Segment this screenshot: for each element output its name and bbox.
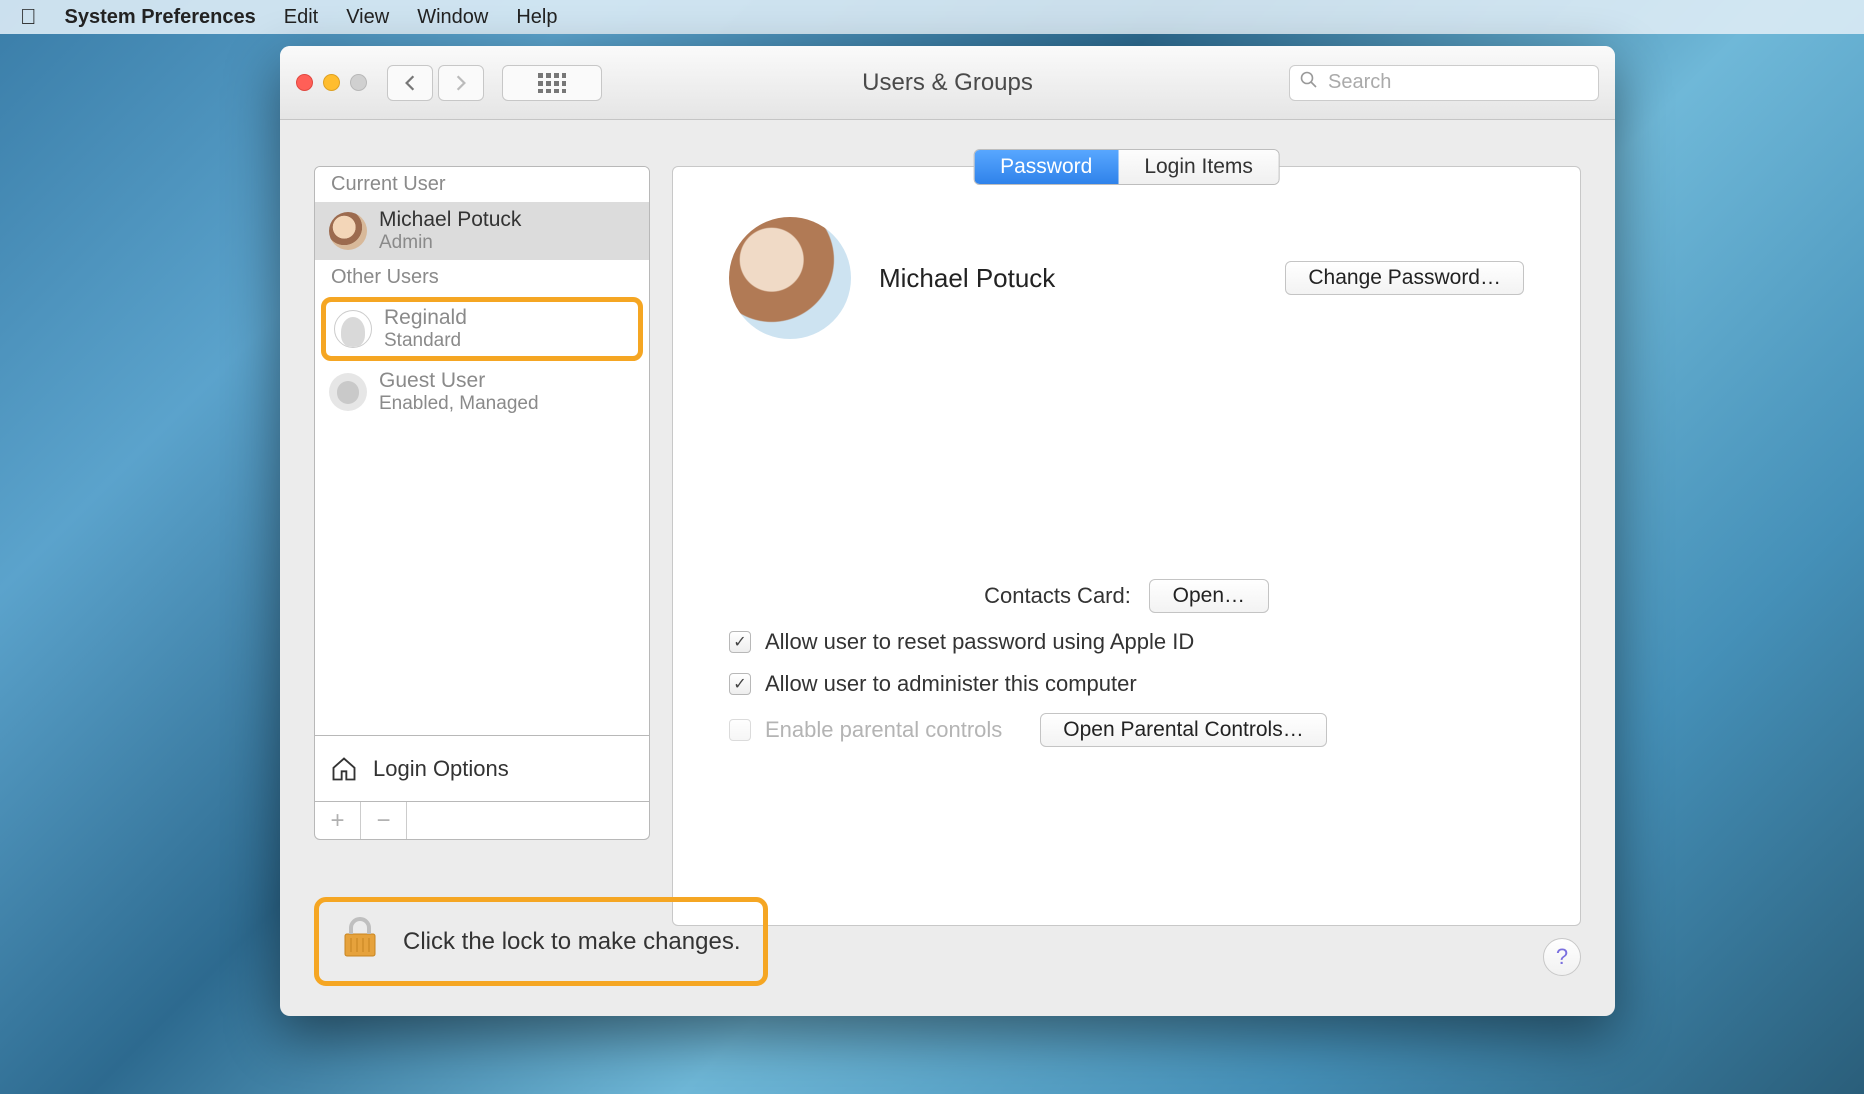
avatar-icon <box>329 373 367 411</box>
menubar-app[interactable]: System Preferences <box>65 6 256 29</box>
change-password-button[interactable]: Change Password… <box>1285 261 1524 295</box>
show-all-button[interactable] <box>502 65 602 101</box>
user-role: Standard <box>384 330 467 352</box>
user-name: Reginald <box>384 306 467 330</box>
menubar-item-view[interactable]: View <box>346 6 389 29</box>
menubar-item-help[interactable]: Help <box>516 6 557 29</box>
apple-menu-icon[interactable]:  <box>20 4 37 30</box>
login-options-button[interactable]: Login Options <box>314 736 650 802</box>
search-field[interactable] <box>1289 65 1599 101</box>
add-remove-bar: + − <box>314 802 650 840</box>
menu-bar:  System Preferences Edit View Window He… <box>0 0 1864 34</box>
allow-reset-checkbox[interactable] <box>729 631 751 653</box>
search-input[interactable] <box>1326 70 1595 95</box>
current-user-label: Current User <box>315 167 649 202</box>
window-controls <box>296 74 367 91</box>
menubar-item-edit[interactable]: Edit <box>284 6 318 29</box>
main-panel: Password Login Items Michael Potuck Chan… <box>672 166 1581 926</box>
avatar-icon <box>334 310 372 348</box>
lock-message: Click the lock to make changes. <box>403 928 741 956</box>
enable-parental-label: Enable parental controls <box>765 717 1002 743</box>
user-row-reginald[interactable]: Reginald Standard <box>321 297 643 361</box>
contacts-card-label: Contacts Card: <box>984 583 1131 609</box>
avatar-icon <box>329 212 367 250</box>
lock-area[interactable]: Click the lock to make changes. <box>314 897 768 986</box>
minimize-button[interactable] <box>323 74 340 91</box>
user-sidebar: Current User Michael Potuck Admin Other … <box>314 166 650 1016</box>
profile-name: Michael Potuck <box>879 263 1257 294</box>
menubar-item-window[interactable]: Window <box>417 6 488 29</box>
login-options-label: Login Options <box>373 756 509 782</box>
allow-reset-label: Allow user to reset password using Apple… <box>765 629 1194 655</box>
search-icon <box>1300 71 1318 94</box>
help-button[interactable]: ? <box>1543 938 1581 976</box>
preferences-window: Users & Groups Current User Michael Potu… <box>280 46 1615 1016</box>
close-button[interactable] <box>296 74 313 91</box>
tab-password[interactable]: Password <box>974 150 1118 184</box>
forward-button[interactable] <box>438 65 484 101</box>
user-row-current[interactable]: Michael Potuck Admin <box>315 202 649 260</box>
open-parental-controls-button[interactable]: Open Parental Controls… <box>1040 713 1326 747</box>
allow-admin-checkbox[interactable] <box>729 673 751 695</box>
user-role: Admin <box>379 232 521 254</box>
user-row-guest[interactable]: Guest User Enabled, Managed <box>315 363 649 421</box>
tab-login-items[interactable]: Login Items <box>1118 150 1279 184</box>
user-list: Current User Michael Potuck Admin Other … <box>314 166 650 736</box>
lock-icon[interactable] <box>341 916 379 967</box>
profile-picture[interactable] <box>729 217 851 339</box>
window-titlebar: Users & Groups <box>280 46 1615 120</box>
back-button[interactable] <box>387 65 433 101</box>
home-icon <box>329 754 359 784</box>
zoom-button[interactable] <box>350 74 367 91</box>
user-role: Enabled, Managed <box>379 393 539 415</box>
user-name: Guest User <box>379 369 539 393</box>
allow-admin-label: Allow user to administer this computer <box>765 671 1137 697</box>
other-users-label: Other Users <box>315 260 649 295</box>
remove-user-button[interactable]: − <box>361 802 407 839</box>
tab-bar: Password Login Items <box>973 149 1280 185</box>
user-name: Michael Potuck <box>379 208 521 232</box>
enable-parental-checkbox[interactable] <box>729 719 751 741</box>
add-user-button[interactable]: + <box>315 802 361 839</box>
open-contacts-button[interactable]: Open… <box>1149 579 1269 613</box>
